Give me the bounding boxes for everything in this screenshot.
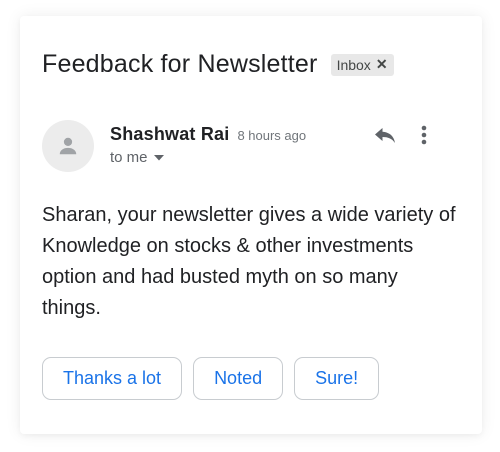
subject-row: Feedback for Newsletter Inbox ✕ xyxy=(42,50,394,79)
smart-reply-noted-button[interactable]: Noted xyxy=(193,357,284,400)
more-vertical-icon xyxy=(421,125,427,145)
caret-down-icon xyxy=(153,154,164,160)
sender-block: Shashwat Rai 8 hours ago to me xyxy=(110,124,306,166)
smart-reply-row: Thanks a lot Noted Sure! xyxy=(42,357,380,400)
inbox-label-chip: Inbox ✕ xyxy=(330,53,394,76)
reply-icon xyxy=(375,128,395,143)
more-options-button[interactable] xyxy=(414,120,434,150)
email-card: Feedback for Newsletter Inbox ✕ Shashwat… xyxy=(20,16,482,434)
inbox-label-text: Inbox xyxy=(336,56,371,73)
timestamp: 8 hours ago xyxy=(237,128,307,143)
sender-avatar[interactable] xyxy=(42,120,94,172)
reply-button[interactable] xyxy=(370,120,400,150)
smart-reply-sure-button[interactable]: Sure! xyxy=(294,357,380,400)
email-body: Sharan, your newsletter gives a wide var… xyxy=(42,204,456,319)
remove-label-icon[interactable]: ✕ xyxy=(376,56,388,73)
email-subject: Feedback for Newsletter xyxy=(42,50,318,78)
smart-reply-thanks-button[interactable]: Thanks a lot xyxy=(42,357,183,400)
recipient-text: to me xyxy=(110,149,148,166)
sender-name[interactable]: Shashwat Rai xyxy=(110,124,229,145)
sender-line: Shashwat Rai 8 hours ago xyxy=(110,124,306,145)
recipient-details-toggle[interactable]: to me xyxy=(110,149,306,166)
person-icon xyxy=(59,137,77,155)
